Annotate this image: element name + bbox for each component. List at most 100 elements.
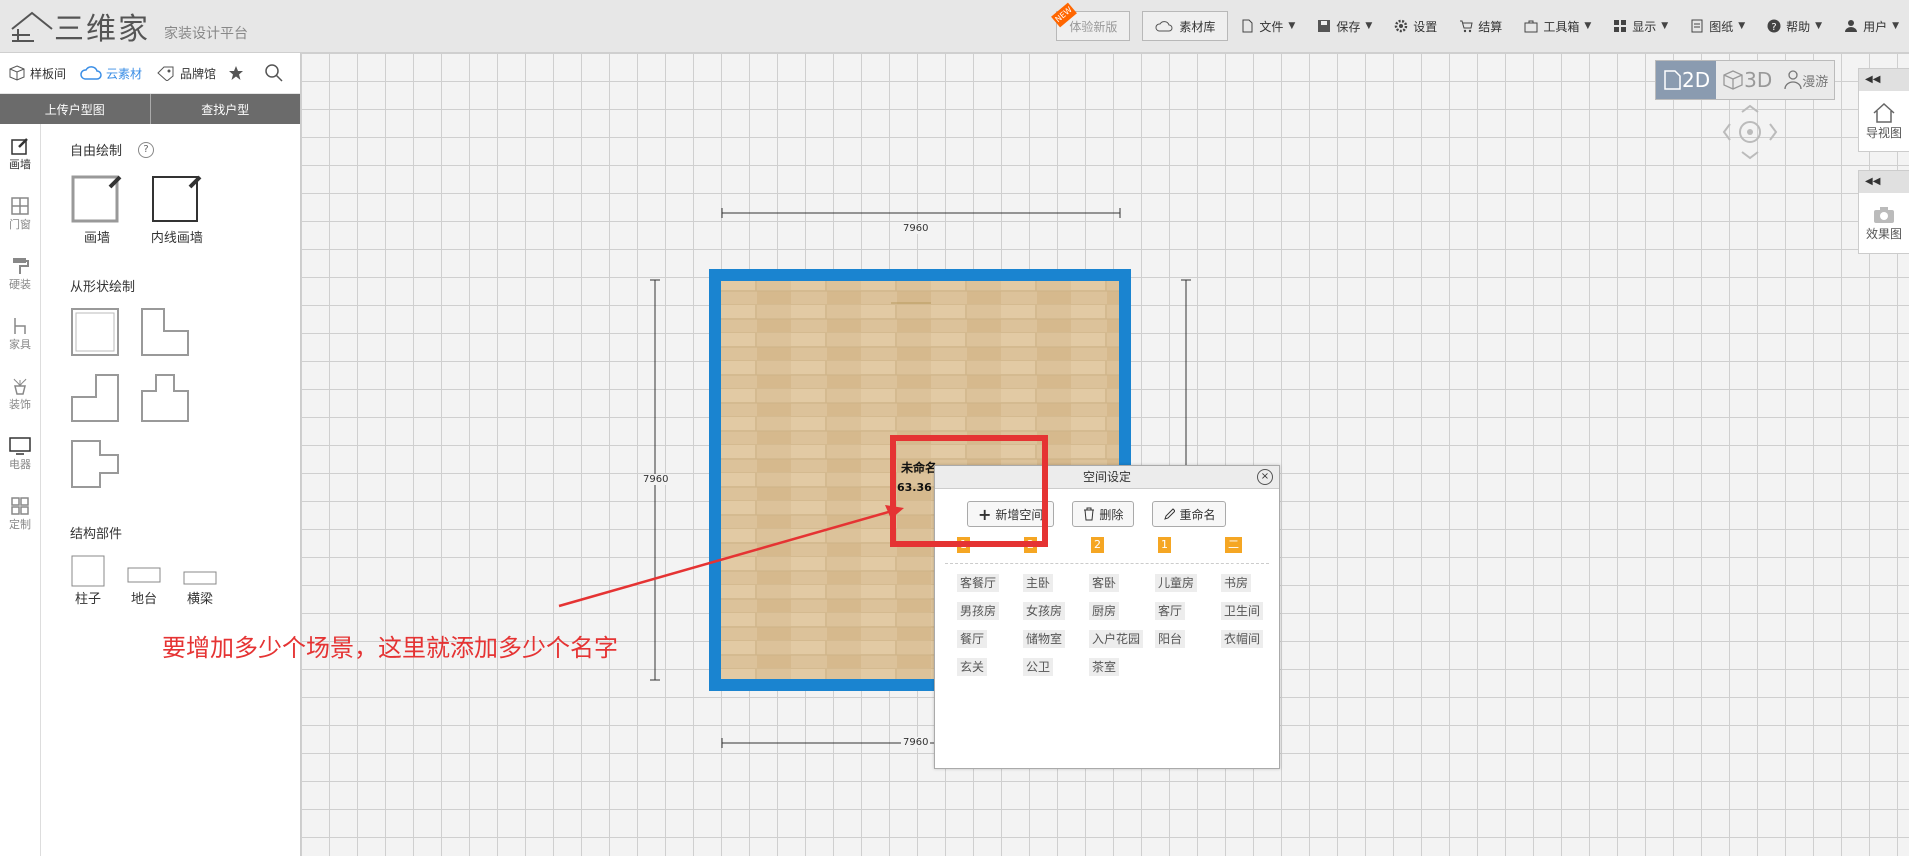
dialog-title: 空间设定 [1082,470,1131,484]
room-type-item[interactable]: 男孩房 [957,602,1000,620]
floor-tag[interactable]: 二楼 [1225,537,1242,567]
menu-display[interactable]: 显示 ▼ [1613,18,1668,35]
navigator-label: 导视图 [1865,125,1902,140]
menu-settings-label: 设置 [1413,19,1438,34]
menu-toolbox-label: 工具箱 [1543,19,1580,34]
menu-save-label: 保存 [1336,19,1361,34]
sidebar-label: 家具 [9,338,31,351]
logo-text: 三维家 [54,12,150,47]
star-icon[interactable] [228,65,244,81]
draw-wall-tool[interactable]: 画墙 [70,171,124,246]
sidebar-label: 门窗 [9,218,31,231]
room-type-item[interactable]: 客厅 [1155,602,1186,620]
room-type-item[interactable]: 女孩房 [1023,602,1066,620]
grid-icon [11,497,29,515]
tab-showroom[interactable]: 样板间 [8,65,66,82]
walkthrough-button[interactable]: 漫游 [1778,61,1834,99]
sidebar-item-draw-wall[interactable]: 画墙 [0,124,40,184]
column-part[interactable]: 柱子 [70,554,106,607]
room-type-item[interactable]: 主卧 [1023,574,1054,592]
tab-cloud-assets[interactable]: 云素材 [80,65,142,82]
sidebar-item-doors-windows[interactable]: 门窗 [0,184,40,244]
room-type-list: 客餐厅 主卧 客卧 儿童房 书房 男孩房 女孩房 厨房 客厅 卫生间 餐厅 储物… [957,574,1279,676]
tab-brand-hall[interactable]: 品牌馆 [156,65,216,82]
upload-floorplan-button[interactable]: 上传户型图 [0,94,150,124]
collapse-icon[interactable]: ◀◀ [1859,69,1909,91]
room-type-item[interactable]: 书房 [1221,574,1252,592]
room-type-item[interactable]: 厨房 [1089,602,1120,620]
room-type-item[interactable]: 儿童房 [1155,574,1198,592]
room-type-item[interactable]: 客卧 [1089,574,1120,592]
help-icon[interactable]: ? [138,141,155,158]
column-label: 柱子 [74,592,101,607]
tag-icon [157,66,174,81]
room-type-item[interactable]: 入户花园 [1089,630,1144,648]
room-type-item[interactable]: 客餐厅 [957,574,1000,592]
parts-title: 结构部件 [70,527,123,542]
menu-toolbox[interactable]: 工具箱 ▼ [1524,18,1591,35]
room-type-item[interactable]: 玄关 [957,658,988,676]
chevron-down-icon: ▼ [1288,21,1296,31]
room-type-item[interactable]: 衣帽间 [1221,630,1264,648]
sidebar-label: 画墙 [9,158,31,171]
platform-label: 地台 [130,592,157,607]
t-room-shape[interactable] [140,373,190,423]
search-icon[interactable] [264,63,284,83]
square-room-shape[interactable] [70,307,120,357]
room-type-item[interactable]: 阳台 [1155,630,1186,648]
room-type-item[interactable]: 茶室 [1089,658,1120,676]
view-2d-button[interactable]: 2D [1656,61,1717,99]
sidebar-label: 定制 [9,518,31,531]
pencil-icon [1164,508,1176,520]
sidebar-item-hardcover[interactable]: 硬装 [0,244,40,304]
sidebar-item-furniture[interactable]: 家具 [0,304,40,364]
menu-file[interactable]: 文件 ▼ [1240,18,1295,35]
toolbox-icon [1524,19,1538,33]
navigator-panel[interactable]: ◀◀ 导视图 [1858,68,1909,152]
category-sidebar: 画墙 门窗 硬装 家具 装饰 电器 定制 [0,124,41,856]
close-icon[interactable]: × [1257,469,1273,485]
library-button[interactable]: 素材库 [1142,11,1229,41]
beam-part[interactable]: 横梁 [182,554,218,607]
structure-parts: 柱子 地台 横梁 [70,554,295,607]
draw-tools-panel: 自由绘制 ? 画墙 内线画墙 从形状绘制 结构部件 柱子 地台 横梁 [70,124,295,607]
render-panel[interactable]: ◀◀ 效果图 [1858,170,1909,254]
pan-control-icon[interactable] [1722,104,1778,160]
menu-user[interactable]: 用户 ▼ [1844,18,1899,35]
menu-save[interactable]: 保存 ▼ [1317,18,1372,35]
menu-checkout[interactable]: 结算 [1459,18,1502,35]
cart-icon [1459,19,1473,33]
bottom-dimension-label: 7960 [901,737,931,748]
trial-new-version-button[interactable]: NEW 体验新版 [1051,2,1131,41]
sidebar-item-appliances[interactable]: 电器 [0,424,40,484]
svg-text:?: ? [1771,22,1776,33]
floor-tag[interactable]: 1 [1158,537,1171,553]
menu-display-label: 显示 [1632,19,1657,34]
rename-button[interactable]: 重命名 [1152,501,1227,527]
sidebar-item-decoration[interactable]: 装饰 [0,364,40,424]
collapse-icon[interactable]: ◀◀ [1859,171,1909,193]
room-type-item[interactable]: 储物室 [1023,630,1066,648]
menu-help[interactable]: ? 帮助 ▼ [1767,18,1822,35]
tab-brand-label: 品牌馆 [180,66,217,81]
room-type-item[interactable]: 餐厅 [957,630,988,648]
chevron-down-icon: ▼ [1365,21,1373,31]
inner-wall-tool[interactable]: 内线画墙 [150,171,204,246]
2d-plan-icon [1664,70,1681,90]
platform-part[interactable]: 地台 [126,554,162,607]
delete-button[interactable]: 删除 [1072,501,1135,527]
menu-settings[interactable]: 设置 [1394,18,1437,35]
left-panel-tabs: 样板间 云素材 品牌馆 [0,53,300,94]
notch-room-shape[interactable] [70,439,120,489]
room-type-item[interactable]: 卫生间 [1221,602,1264,620]
inner-wall-icon [151,175,202,222]
room-type-item[interactable]: 公卫 [1023,658,1054,676]
l-room-shape[interactable] [140,307,190,357]
view-3d-button[interactable]: 3D [1716,61,1778,99]
find-floorplan-button[interactable]: 查找户型 [149,94,301,124]
menu-drawings[interactable]: 图纸 ▼ [1690,18,1745,35]
floor-tag[interactable]: 2 [1091,537,1104,553]
sidebar-item-custom[interactable]: 定制 [0,484,40,544]
menu-checkout-label: 结算 [1478,19,1503,34]
reverse-l-room-shape[interactable] [70,373,120,423]
